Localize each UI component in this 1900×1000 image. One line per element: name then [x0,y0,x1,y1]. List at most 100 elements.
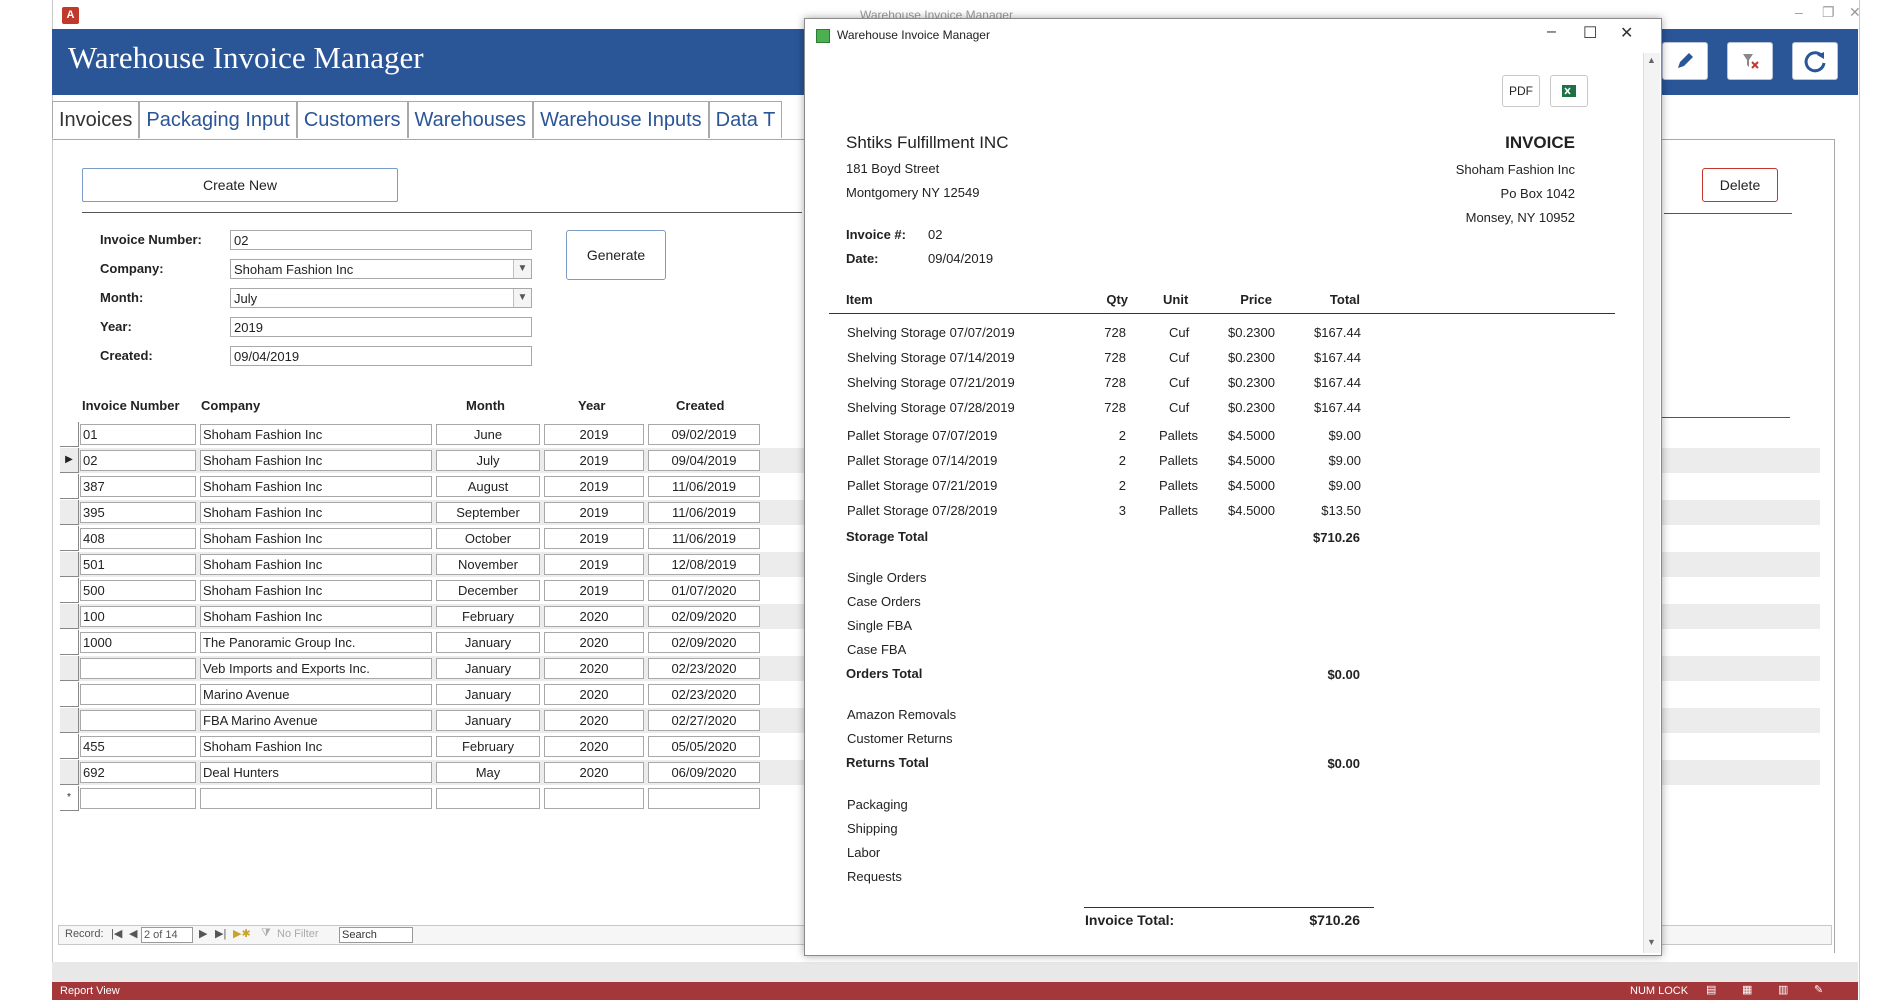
year-cell[interactable]: 2019 [544,476,644,497]
vertical-scrollbar[interactable]: ▲ ▼ [1643,53,1660,953]
previous-record-icon[interactable]: ◀ [129,927,137,940]
tab-warehouses[interactable]: Warehouses [407,101,534,138]
created-cell[interactable]: 02/09/2020 [648,632,760,653]
invoice-number-cell[interactable]: 408 [80,528,196,549]
scroll-up-icon[interactable]: ▲ [1647,55,1656,65]
invoice-number-cell[interactable]: 01 [80,424,196,445]
created-cell[interactable]: 12/08/2019 [648,554,760,575]
filter-icon[interactable]: ⧩ [261,927,271,940]
invoice-number-cell[interactable]: 692 [80,762,196,783]
company-cell[interactable]: Shoham Fashion Inc [200,606,432,627]
company-cell[interactable]: Marino Avenue [200,684,432,705]
month-cell[interactable]: July [436,450,540,471]
invoice-number-cell[interactable]: 1000 [80,632,196,653]
year-cell[interactable]: 2020 [544,606,644,627]
month-cell[interactable]: October [436,528,540,549]
invoice-number-cell[interactable]: 395 [80,502,196,523]
year-cell[interactable]: 2019 [544,450,644,471]
no-filter-label[interactable]: No Filter [277,928,319,940]
company-cell[interactable]: Shoham Fashion Inc [200,736,432,757]
invoice-number-cell[interactable] [80,684,196,705]
invoice-number-cell[interactable] [80,710,196,731]
company-cell[interactable]: Shoham Fashion Inc [200,450,432,471]
export-pdf-button[interactable]: PDF [1502,75,1540,107]
month-cell[interactable]: January [436,684,540,705]
month-cell[interactable]: February [436,736,540,757]
company-cell[interactable]: Shoham Fashion Inc [200,424,432,445]
record-selector[interactable] [60,474,79,499]
record-selector[interactable] [60,760,79,785]
year-cell[interactable]: 2020 [544,762,644,783]
company-cell[interactable]: Veb Imports and Exports Inc. [200,658,432,679]
first-record-icon[interactable]: |◀ [111,927,122,940]
record-selector[interactable] [60,734,79,759]
record-selector[interactable] [60,500,79,525]
invoice-number-cell[interactable]: 02 [80,450,196,471]
month-cell[interactable] [436,788,540,809]
month-dropdown[interactable]: July ▼ [230,288,532,308]
year-field[interactable]: 2019 [230,317,532,337]
close-icon[interactable]: ✕ [1849,4,1861,21]
chevron-down-icon[interactable]: ▼ [513,289,531,307]
created-cell[interactable] [648,788,760,809]
month-cell[interactable]: May [436,762,540,783]
created-field[interactable]: 09/04/2019 [230,346,532,366]
minimize-icon[interactable]: – [1547,23,1556,41]
year-cell[interactable]: 2020 [544,710,644,731]
record-selector[interactable] [60,630,79,655]
company-cell[interactable]: Deal Hunters [200,762,432,783]
year-cell[interactable]: 2019 [544,502,644,523]
next-record-icon[interactable]: ▶ [199,927,207,940]
tab-customers[interactable]: Customers [296,101,408,138]
year-cell[interactable]: 2019 [544,528,644,549]
month-cell[interactable]: January [436,710,540,731]
scroll-down-icon[interactable]: ▼ [1647,937,1656,947]
tab-packaging-input[interactable]: Packaging Input [139,101,297,138]
chevron-down-icon[interactable]: ▼ [513,260,531,278]
invoice-number-field[interactable]: 02 [230,230,532,250]
record-selector[interactable] [60,578,79,603]
month-cell[interactable]: January [436,658,540,679]
edit-button[interactable] [1662,42,1708,80]
month-cell[interactable]: September [436,502,540,523]
last-record-icon[interactable]: ▶| [215,927,226,940]
invoice-number-cell[interactable]: 455 [80,736,196,757]
month-cell[interactable]: November [436,554,540,575]
year-cell[interactable] [544,788,644,809]
created-cell[interactable]: 05/05/2020 [648,736,760,757]
created-cell[interactable]: 02/27/2020 [648,710,760,731]
minimize-icon[interactable]: – [1795,4,1803,20]
new-record-icon[interactable]: ▶✱ [233,927,251,940]
record-selector[interactable] [60,552,79,577]
created-cell[interactable]: 11/06/2019 [648,476,760,497]
company-cell[interactable]: Shoham Fashion Inc [200,554,432,575]
record-selector[interactable] [60,526,79,551]
invoice-number-cell[interactable] [80,788,196,809]
year-cell[interactable]: 2020 [544,632,644,653]
month-cell[interactable]: August [436,476,540,497]
created-cell[interactable]: 02/09/2020 [648,606,760,627]
maximize-icon[interactable]: ☐ [1583,23,1597,43]
delete-button[interactable]: Delete [1702,168,1778,202]
created-cell[interactable]: 02/23/2020 [648,658,760,679]
record-position-field[interactable]: 2 of 14 [141,927,193,943]
year-cell[interactable]: 2020 [544,736,644,757]
invoice-number-cell[interactable]: 100 [80,606,196,627]
company-cell[interactable]: Shoham Fashion Inc [200,580,432,601]
company-cell[interactable]: Shoham Fashion Inc [200,476,432,497]
tab-data[interactable]: Data T [708,101,783,138]
year-cell[interactable]: 2020 [544,684,644,705]
month-cell[interactable]: June [436,424,540,445]
invoice-number-cell[interactable]: 501 [80,554,196,575]
record-selector[interactable] [60,682,79,707]
restore-icon[interactable]: ❐ [1822,4,1835,21]
company-cell[interactable]: The Panoramic Group Inc. [200,632,432,653]
year-cell[interactable]: 2019 [544,580,644,601]
company-dropdown[interactable]: Shoham Fashion Inc ▼ [230,259,532,279]
current-record-arrow-icon[interactable]: ▶ [60,448,79,473]
tab-warehouse-inputs[interactable]: Warehouse Inputs [533,101,709,138]
clear-filter-button[interactable] [1727,42,1773,80]
company-cell[interactable]: Shoham Fashion Inc [200,528,432,549]
search-input[interactable]: Search [339,927,413,943]
invoice-number-cell[interactable] [80,658,196,679]
